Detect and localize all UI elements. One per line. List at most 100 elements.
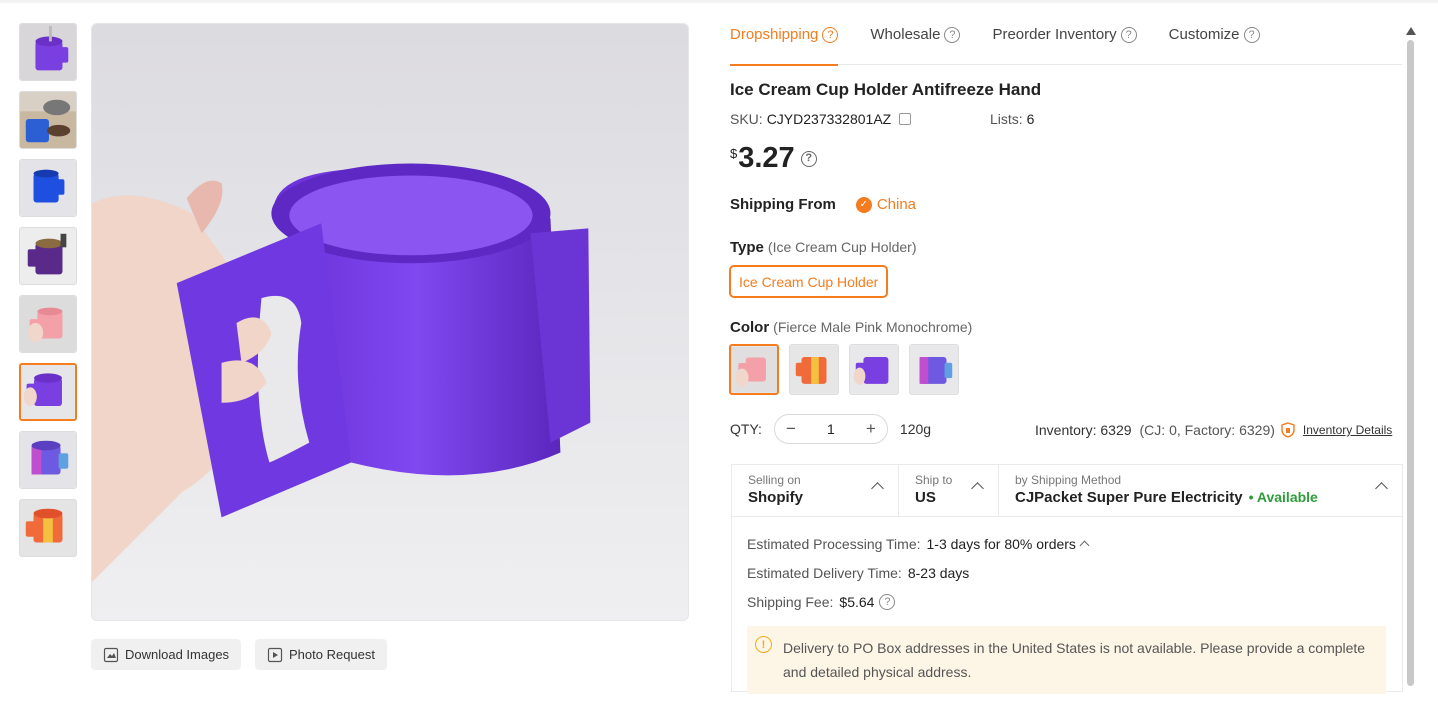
quantity-row: QTY: − 1 + 120g (730, 414, 931, 444)
shipping-fee-row: Shipping Fee: $5.64 ? (747, 587, 1387, 616)
type-selected: (Ice Cream Cup Holder) (767, 239, 917, 255)
method-label: by Shipping Method (1015, 473, 1122, 487)
shipping-from-label: Shipping From (730, 196, 836, 213)
method-value: CJPacket Super Pure Electricity (1015, 489, 1243, 506)
thumbnail-7[interactable] (19, 431, 77, 489)
thumbnail-3[interactable] (19, 159, 77, 217)
tab-wholesale[interactable]: Wholesale ? (870, 22, 961, 65)
fee-label: Shipping Fee: (747, 593, 834, 610)
vertical-scrollbar[interactable] (1407, 40, 1414, 686)
color-swatch-gradient[interactable] (909, 344, 959, 395)
copy-icon[interactable] (899, 113, 912, 125)
scroll-up-arrow-icon[interactable] (1406, 27, 1416, 35)
tab-label: Customize (1168, 26, 1240, 43)
product-title: Ice Cream Cup Holder Antifreeze Hand (730, 80, 1042, 99)
color-swatch-purple[interactable] (849, 344, 899, 395)
help-icon[interactable]: ? (800, 150, 817, 167)
inventory-breakdown: (CJ: 0, Factory: 6329) (1139, 422, 1275, 438)
help-icon[interactable]: ? (1120, 27, 1137, 43)
chevron-up-icon[interactable] (1079, 540, 1090, 550)
sku-row: SKU: CJYD237332801AZ (730, 111, 912, 127)
tab-label: Wholesale (870, 26, 941, 43)
inventory-details-link[interactable]: Inventory Details (1303, 423, 1392, 437)
plus-icon[interactable]: + (863, 419, 879, 439)
lists-count: Lists: 6 (990, 111, 1034, 127)
help-icon[interactable]: ? (822, 27, 839, 43)
shipping-from-row: Shipping From ✓ China (730, 196, 916, 213)
color-label: Color (730, 319, 770, 336)
price-value: 3.27 (738, 142, 795, 174)
type-option-chip[interactable]: Ice Cream Cup Holder (729, 265, 889, 298)
download-images-button[interactable]: Download Images (91, 639, 242, 670)
type-row: Type (Ice Cream Cup Holder) (730, 239, 917, 256)
main-product-image[interactable] (91, 23, 689, 621)
check-icon: ✓ (855, 196, 872, 213)
color-swatches (729, 344, 959, 395)
type-label: Type (730, 239, 764, 256)
thumbnail-4[interactable] (19, 227, 77, 285)
warning-icon: ! (755, 636, 772, 653)
currency-symbol: $ (730, 146, 738, 161)
tab-preorder-inventory[interactable]: Preorder Inventory ? (992, 22, 1137, 65)
method-row: CJPacket Super Pure Electricity • Availab… (1015, 489, 1386, 506)
help-icon[interactable]: ? (944, 27, 961, 43)
tab-label: Dropshipping (730, 26, 819, 43)
top-border (0, 0, 1438, 3)
weight-value: 120g (899, 421, 932, 437)
selling-on-label: Selling on (748, 473, 801, 487)
thumbnail-8[interactable] (19, 499, 77, 557)
delivery-time-row: Estimated Delivery Time: 8-23 days (747, 558, 1387, 587)
thumbnail-5[interactable] (19, 295, 77, 353)
tab-customize[interactable]: Customize ? (1169, 22, 1260, 65)
quantity-stepper[interactable]: − 1 + (773, 414, 888, 444)
tab-label: Preorder Inventory (992, 26, 1117, 43)
inventory-total: Inventory: 6329 (1035, 422, 1132, 438)
color-swatch-pink[interactable] (729, 344, 779, 395)
processing-label: Estimated Processing Time: (747, 535, 921, 552)
tab-dropshipping[interactable]: Dropshipping ? (730, 22, 839, 66)
selling-on-value: Shopify (748, 489, 803, 506)
shipping-selectors: Selling on Shopify Ship to US by Shippin… (732, 465, 1402, 517)
sku-value: CJYD237332801AZ (766, 111, 892, 127)
color-swatch-orange[interactable] (789, 344, 839, 395)
price: $ 3.27 ? (730, 142, 817, 175)
ship-to-value: US (915, 489, 936, 506)
color-selected: (Fierce Male Pink Monochrome) (773, 319, 973, 335)
ship-to-label: Ship to (915, 473, 953, 487)
lists-value: 6 (1026, 111, 1035, 127)
notice-text: Delivery to PO Box addresses in the Unit… (783, 640, 1366, 680)
purchase-mode-tabs: Dropshipping ? Wholesale ? Preorder Inve… (730, 22, 1402, 66)
availability-status: • Available (1248, 489, 1318, 505)
thumbnail-2[interactable] (19, 91, 77, 149)
help-icon[interactable]: ? (879, 594, 896, 610)
video-frame-icon (267, 647, 283, 662)
photo-request-button[interactable]: Photo Request (255, 639, 388, 670)
selling-on-select[interactable]: Selling on Shopify (732, 465, 899, 516)
download-images-label: Download Images (125, 647, 230, 662)
help-icon[interactable]: ? (1243, 27, 1260, 43)
thumbnail-6[interactable] (19, 363, 77, 421)
shipping-panel: Selling on Shopify Ship to US by Shippin… (731, 464, 1403, 694)
processing-value: 1-3 days for 80% orders (926, 535, 1076, 552)
photo-request-label: Photo Request (289, 647, 376, 662)
color-row: Color (Fierce Male Pink Monochrome) (730, 319, 972, 336)
thumbnail-gallery (19, 23, 77, 567)
fee-value: $5.64 (839, 593, 875, 610)
delivery-label: Estimated Delivery Time: (747, 564, 902, 581)
origin-option[interactable]: ✓ China (855, 196, 917, 213)
download-image-icon (103, 647, 119, 662)
minus-icon[interactable]: − (783, 419, 799, 439)
shipping-details: Estimated Processing Time: 1-3 days for … (732, 517, 1402, 706)
sku-label: SKU: (730, 111, 763, 127)
warehouse-shield-icon (1281, 422, 1295, 438)
shipping-method-select[interactable]: by Shipping Method CJPacket Super Pure E… (999, 465, 1402, 516)
processing-time-row: Estimated Processing Time: 1-3 days for … (747, 529, 1387, 558)
ship-to-select[interactable]: Ship to US (899, 465, 999, 516)
inventory-info: Inventory: 6329 (CJ: 0, Factory: 6329) I… (1035, 422, 1392, 438)
lists-label: Lists: (990, 111, 1023, 127)
qty-label: QTY: (730, 421, 762, 437)
origin-value: China (876, 196, 917, 213)
delivery-value: 8-23 days (907, 564, 970, 581)
quantity-value[interactable]: 1 (827, 421, 835, 437)
thumbnail-1[interactable] (19, 23, 77, 81)
